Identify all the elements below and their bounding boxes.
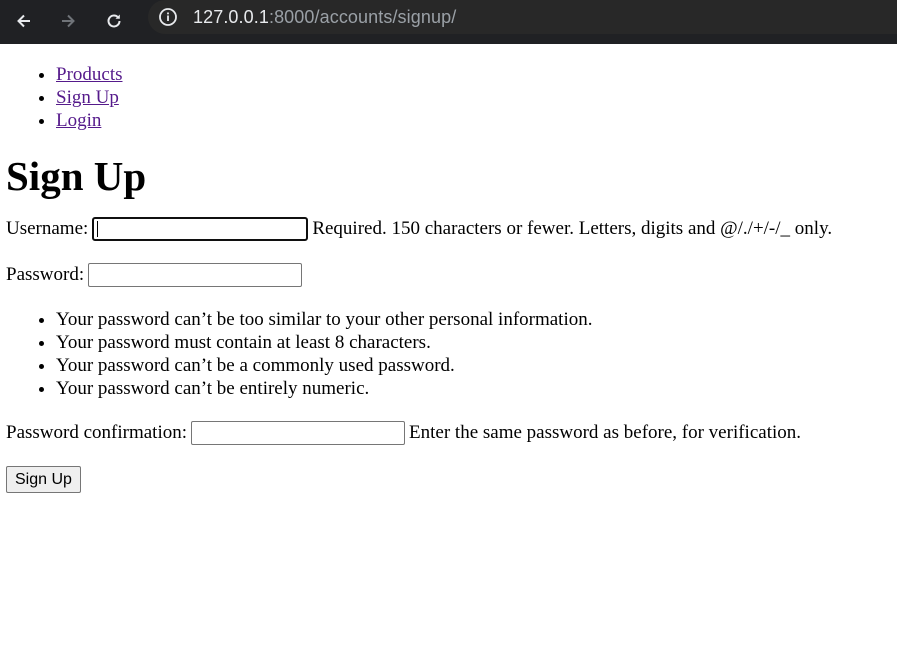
password-confirmation-input[interactable] (191, 421, 406, 445)
password-help-item: Your password must contain at least 8 ch… (56, 331, 891, 354)
info-icon[interactable] (158, 7, 178, 27)
url-path: :8000/accounts/signup/ (268, 6, 457, 27)
address-bar[interactable]: 127.0.0.1:8000/accounts/signup/ (148, 0, 897, 34)
sign-up-button[interactable]: Sign Up (6, 466, 81, 493)
username-row: Username: Required. 150 characters or fe… (6, 216, 891, 242)
page-content: Products Sign Up Login Sign Up Username:… (0, 63, 897, 493)
nav-item-products: Products (56, 63, 891, 86)
text-caret (97, 221, 99, 237)
site-nav: Products Sign Up Login (6, 63, 891, 132)
browser-toolbar: 127.0.0.1:8000/accounts/signup/ (0, 0, 897, 44)
password-confirmation-label: Password confirmation: (6, 422, 188, 443)
login-link[interactable]: Login (56, 110, 101, 131)
password-help-item: Your password can’t be a commonly used p… (56, 354, 891, 377)
password-confirmation-row: Password confirmation: Enter the same pa… (6, 420, 891, 446)
forward-button[interactable] (53, 6, 83, 36)
password-help-item: Your password can’t be too similar to yo… (56, 308, 891, 331)
url-text[interactable]: 127.0.0.1:8000/accounts/signup/ (193, 7, 456, 28)
signup-link[interactable]: Sign Up (56, 87, 119, 108)
password-label: Password: (6, 264, 85, 285)
page-title: Sign Up (6, 153, 147, 199)
password-input[interactable] (88, 263, 303, 287)
nav-item-login: Login (56, 109, 891, 132)
back-button[interactable] (9, 6, 39, 36)
password-help-item: Your password can’t be entirely numeric. (56, 377, 891, 400)
password-row: Password: (6, 262, 891, 288)
password-confirmation-help: Enter the same password as before, for v… (409, 422, 802, 443)
signup-form: Username: Required. 150 characters or fe… (6, 216, 891, 493)
username-label: Username: (6, 218, 89, 239)
password-help-list: Your password can’t be too similar to yo… (6, 308, 891, 400)
username-input[interactable] (92, 217, 309, 241)
forward-arrow-icon (62, 14, 75, 28)
username-help: Required. 150 characters or fewer. Lette… (312, 218, 833, 239)
url-host: 127.0.0.1 (193, 6, 269, 27)
reload-icon (107, 14, 121, 28)
nav-item-signup: Sign Up (56, 86, 891, 109)
reload-button[interactable] (99, 6, 129, 36)
back-arrow-icon (17, 14, 30, 28)
products-link[interactable]: Products (56, 64, 123, 85)
